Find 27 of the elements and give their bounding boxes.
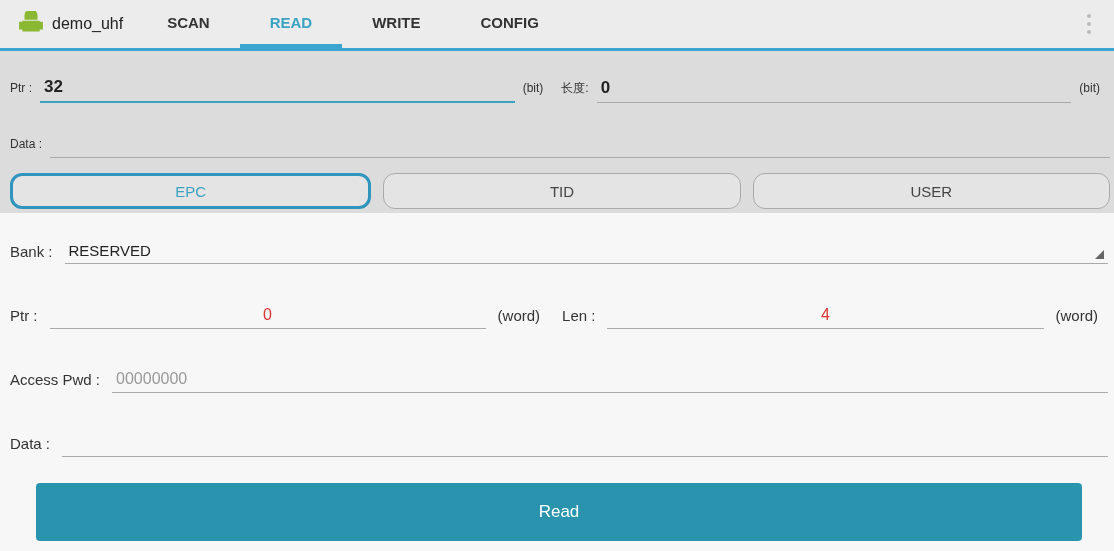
bank-button[interactable]: USER xyxy=(752,173,1110,209)
field-label: Ptr : xyxy=(10,306,38,324)
overflow-menu-icon[interactable] xyxy=(1086,12,1092,36)
bank-dropdown[interactable]: RESERVED xyxy=(64,238,1108,264)
field-label: 长度: xyxy=(561,79,589,97)
field-label: Ptr : xyxy=(10,81,32,95)
unit-label: (bit) xyxy=(1079,81,1100,95)
dropdown-corner-icon xyxy=(1095,250,1104,259)
tab[interactable]: WRITE xyxy=(342,0,451,48)
input-field[interactable]: 32 xyxy=(40,73,515,103)
field-label: Len : xyxy=(562,306,596,324)
read-button[interactable]: Read xyxy=(36,483,1082,541)
app-title: demo_uhf xyxy=(52,15,124,33)
input-field[interactable]: 0 xyxy=(49,301,486,329)
bank-button[interactable]: TID xyxy=(383,173,741,209)
unit-label: (bit) xyxy=(522,81,544,95)
field-label: Data : xyxy=(10,434,51,452)
field-label: Bank : xyxy=(10,242,53,260)
tab[interactable]: SCAN xyxy=(137,0,240,48)
input-field[interactable]: 0 xyxy=(596,73,1072,103)
unit-label: (word) xyxy=(1055,306,1098,324)
field-label: Data : xyxy=(10,137,42,151)
tab[interactable]: CONFIG xyxy=(450,0,569,48)
unit-label: (word) xyxy=(497,306,541,324)
input-field[interactable]: 4 xyxy=(607,301,1044,329)
field-label: Access Pwd : xyxy=(10,370,101,388)
input-field[interactable]: 00000000 xyxy=(112,365,1108,393)
